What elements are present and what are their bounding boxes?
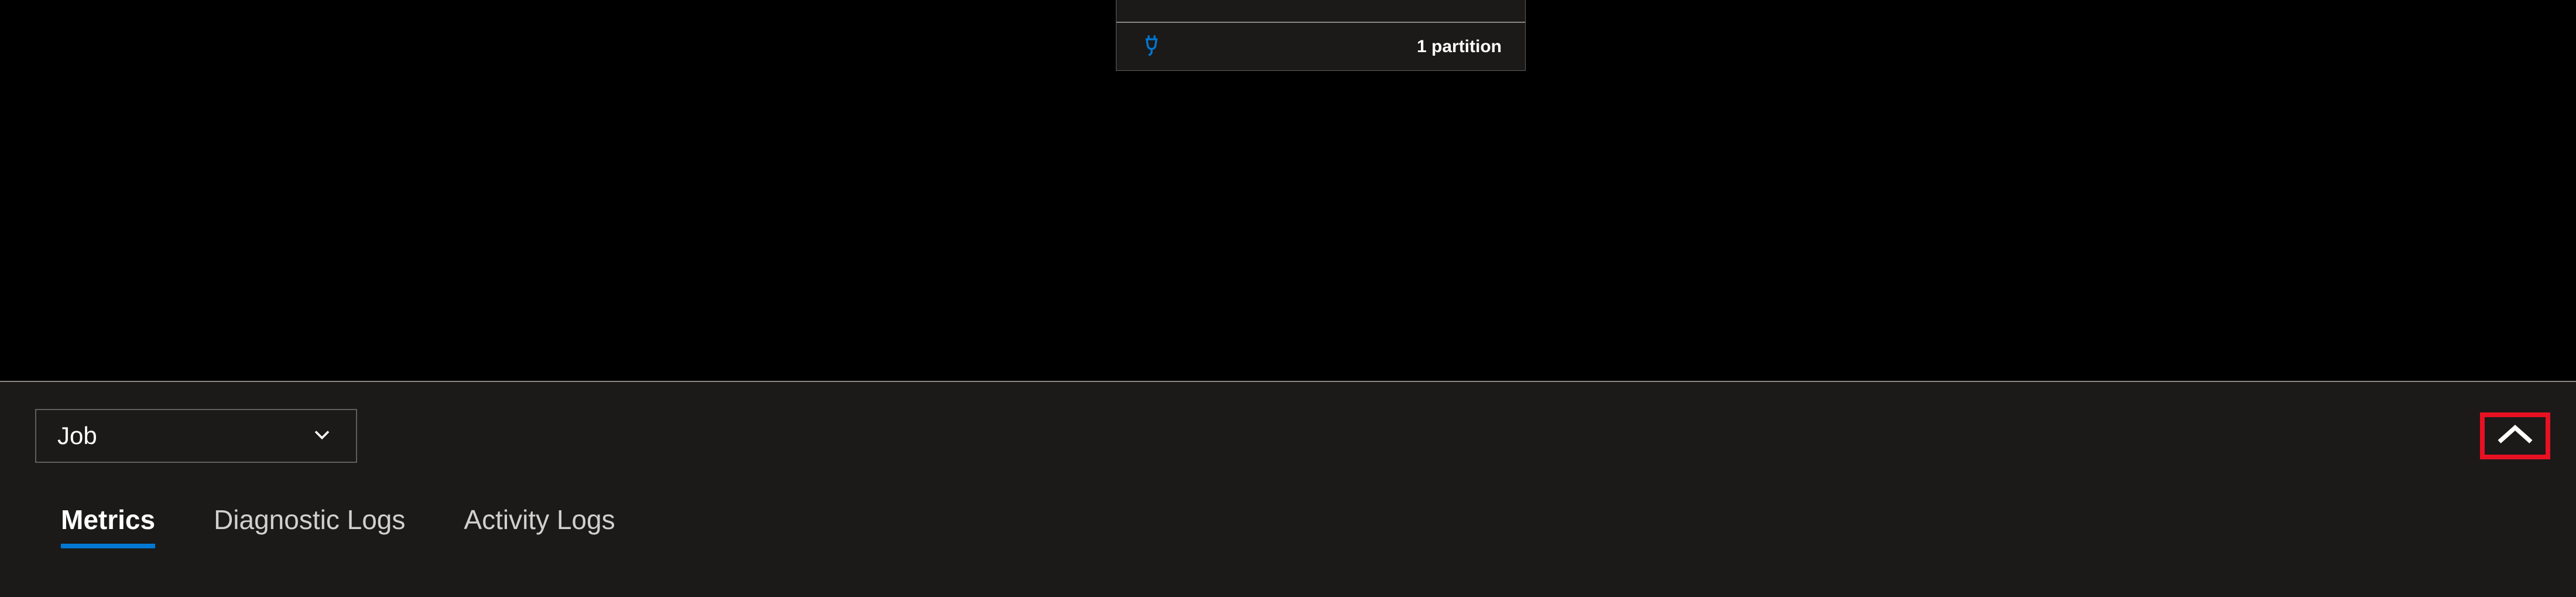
tab-activity-logs[interactable]: Activity Logs xyxy=(464,504,615,548)
tab-diagnostic-logs[interactable]: Diagnostic Logs xyxy=(214,504,405,548)
tab-metrics[interactable]: Metrics xyxy=(61,504,155,548)
plug-icon xyxy=(1140,33,1163,60)
dropdown-selected-label: Job xyxy=(57,422,97,450)
chevron-up-icon xyxy=(2494,421,2536,452)
chevron-down-icon xyxy=(309,422,335,451)
partition-count: 1 partition xyxy=(1417,37,1502,57)
node-body: Output events (sum): 3543 Watermark dela… xyxy=(1116,0,1525,22)
node-footer: 1 partition xyxy=(1116,22,1525,70)
job-node-card[interactable]: Output events (sum): 3543 Watermark dela… xyxy=(1116,0,1526,71)
tabs-bar: Metrics Diagnostic Logs Activity Logs xyxy=(0,463,2576,548)
bottom-panel: Job Metrics Diagnostic Logs Activity Log… xyxy=(0,382,2576,597)
bottom-top-row: Job xyxy=(0,382,2576,463)
scope-dropdown[interactable]: Job xyxy=(35,409,357,463)
expand-panel-button[interactable] xyxy=(2480,412,2550,459)
diagram-canvas[interactable]: Output events (sum): 3543 Watermark dela… xyxy=(0,0,2576,381)
